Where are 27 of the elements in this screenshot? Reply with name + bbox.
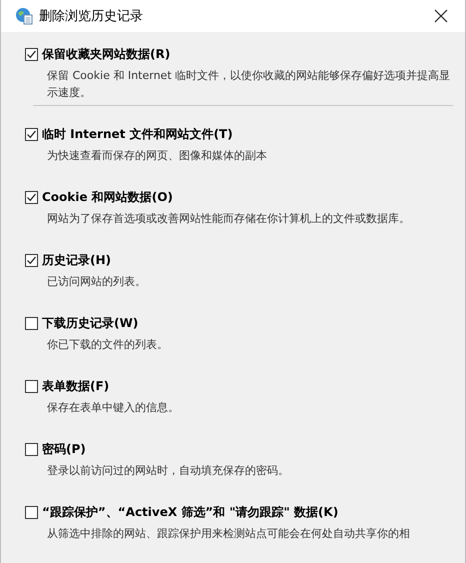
globe-page-icon [15,7,33,25]
checkbox[interactable] [25,128,38,141]
option-label: Cookie 和网站数据(O) [42,189,173,206]
option-description: 登录以前访问过的网站时，自动填充保存的密码。 [47,463,290,479]
option-description: 保存在表单中键入的信息。 [47,400,180,416]
checkbox[interactable] [25,191,38,204]
option-label: 保留收藏夹网站数据(R) [42,46,170,63]
checkbox[interactable] [25,506,38,519]
option-label: 临时 Internet 文件和网站文件(T) [42,126,233,143]
option-description: 为快速查看而保存的网页、图像和媒体的副本 [47,148,268,164]
option-label: 表单数据(F) [42,378,110,395]
option-label: 历史记录(H) [42,252,112,269]
checkbox[interactable] [25,317,38,330]
option-label: “跟踪保护”、“ActiveX 筛选”和 "请勿跟踪" 数据(K) [42,504,338,521]
option-description: 从筛选中排除的网站、跟踪保护用来检测站点可能会在何处自动共享你的相 [47,526,411,542]
option-description: 已访问网站的列表。 [47,274,147,290]
window-title: 删除浏览历史记录 [39,8,144,25]
checkbox[interactable] [25,48,38,61]
option-description: 你已下载的文件的列表。 [47,337,169,353]
option-label: 下载历史记录(W) [42,315,138,332]
checkbox[interactable] [25,443,38,456]
checkbox[interactable] [25,254,38,267]
checkbox[interactable] [25,380,38,393]
option-description: 网站为了保存首选项或改善网站性能而存储在你计算机上的文件或数据库。 [47,211,411,227]
option-label: 密码(P) [42,441,86,458]
option-description: 保留 Cookie 和 Internet 临时文件，以使你收藏的网站能够保存偏好选项并提高显示速度。 [47,68,451,101]
close-icon [434,9,448,23]
